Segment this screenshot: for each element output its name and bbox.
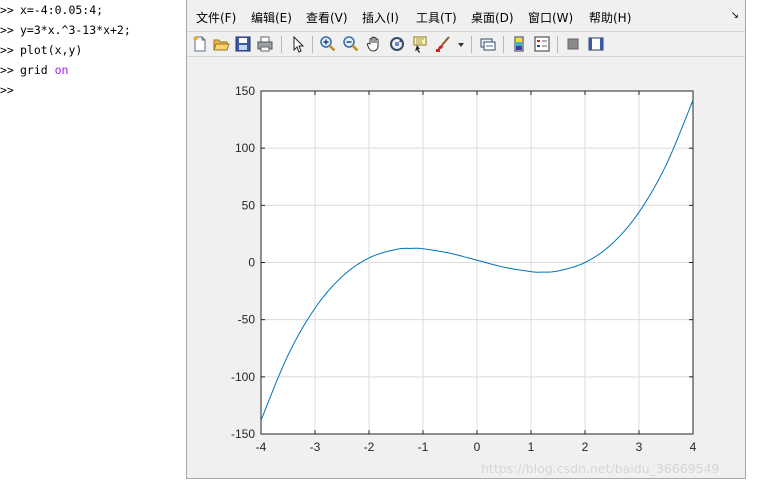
x-tick-label: -1 bbox=[418, 440, 429, 454]
command-prompt: >> bbox=[0, 3, 14, 17]
plot-axes[interactable]: -4 -3 -2 -1 0 1 2 3 4 -150 -100 -50 0 50 100 150 bbox=[187, 0, 745, 478]
y-tick-label: 100 bbox=[235, 141, 255, 155]
command-line: >> x=-4:0.05:4; bbox=[0, 0, 103, 20]
command-code: x=-4:0.05:4; bbox=[20, 3, 104, 17]
y-tick-label: 0 bbox=[248, 256, 255, 270]
command-line: >> y=3*x.^3-13*x+2; bbox=[0, 20, 131, 40]
command-code: plot(x,y) bbox=[20, 43, 83, 57]
command-prompt: >> bbox=[0, 63, 14, 77]
y-tick-label: 50 bbox=[242, 198, 256, 212]
x-tick-label: -2 bbox=[364, 440, 375, 454]
command-prompt: >> bbox=[0, 43, 14, 57]
x-tick-label: 4 bbox=[690, 440, 697, 454]
x-tick-label: -3 bbox=[310, 440, 321, 454]
y-tick-label: 150 bbox=[235, 84, 255, 98]
command-line: >> grid on bbox=[0, 60, 68, 80]
command-line: >> plot(x,y) bbox=[0, 40, 82, 60]
command-window[interactable]: >> x=-4:0.05:4; >> y=3*x.^3-13*x+2; >> plot(x… bbox=[0, 0, 186, 489]
x-tick-label: 0 bbox=[474, 440, 481, 454]
y-tick-label: -50 bbox=[238, 313, 256, 327]
figure-window: ↘ 文件(F) 编辑(E) 查看(V) 插入(I) 工具(T) 桌面(D) 窗口(W) 帮助(… bbox=[186, 0, 746, 479]
x-tick-label: 3 bbox=[636, 440, 643, 454]
command-prompt: >> bbox=[0, 23, 14, 37]
command-keyword: on bbox=[54, 63, 69, 77]
command-prompt: >> bbox=[0, 83, 14, 97]
y-tick-label: -150 bbox=[231, 427, 255, 441]
watermark: https://blog.csdn.net/baidu_36669549 bbox=[481, 461, 720, 476]
command-code: grid bbox=[20, 63, 55, 77]
x-tick-label: 1 bbox=[528, 440, 535, 454]
x-tick-label: -4 bbox=[256, 440, 267, 454]
command-code: y=3*x.^3-13*x+2; bbox=[20, 23, 131, 37]
screen: >> x=-4:0.05:4; >> y=3*x.^3-13*x+2; >> plot(x… bbox=[0, 0, 758, 489]
x-tick-label: 2 bbox=[582, 440, 589, 454]
y-tick-label: -100 bbox=[231, 370, 255, 384]
command-input-line[interactable]: >> bbox=[0, 80, 20, 100]
